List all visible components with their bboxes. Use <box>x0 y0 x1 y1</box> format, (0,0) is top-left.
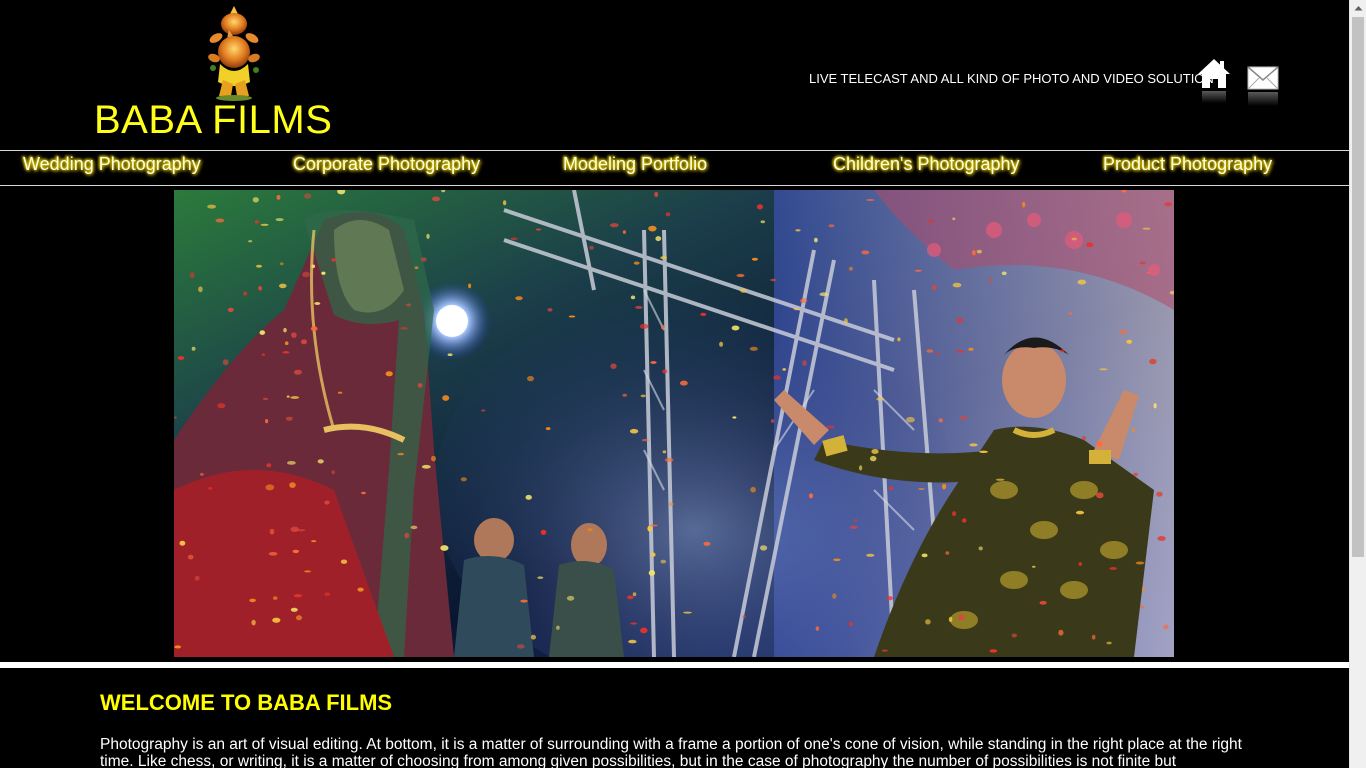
intro-paragraph: Photography is an art of visual editing.… <box>100 736 1242 768</box>
ganesha-logo-icon <box>208 6 260 101</box>
main-content: WELCOME TO BABA FILMS Photography is an … <box>0 668 1349 768</box>
page: BABA FILMS LIVE TELECAST AND ALL KIND OF… <box>0 0 1366 768</box>
nav-item-childrens-photography[interactable]: Children's Photography <box>833 154 1020 175</box>
site-title[interactable]: BABA FILMS <box>94 98 332 142</box>
tagline: LIVE TELECAST AND ALL KIND OF PHOTO AND … <box>809 71 1214 86</box>
nav-item-corporate-photography[interactable]: Corporate Photography <box>293 154 480 175</box>
site-header: BABA FILMS LIVE TELECAST AND ALL KIND OF… <box>0 0 1349 150</box>
nav-item-product-photography[interactable]: Product Photography <box>1103 154 1272 175</box>
scrollbar-thumb[interactable] <box>1352 17 1364 557</box>
scroll-up-arrow-icon[interactable] <box>1350 0 1366 17</box>
vertical-scrollbar[interactable] <box>1349 0 1366 768</box>
main-nav: Wedding Photography Corporate Photograph… <box>0 150 1349 187</box>
hero-section <box>0 186 1349 662</box>
home-icon[interactable] <box>1196 57 1232 109</box>
mail-icon[interactable] <box>1246 62 1280 110</box>
welcome-heading: WELCOME TO BABA FILMS <box>100 690 393 715</box>
hero-photo <box>174 190 1174 657</box>
nav-item-modeling-portfolio[interactable]: Modeling Portfolio <box>563 154 707 175</box>
nav-item-wedding-photography[interactable]: Wedding Photography <box>23 154 201 175</box>
